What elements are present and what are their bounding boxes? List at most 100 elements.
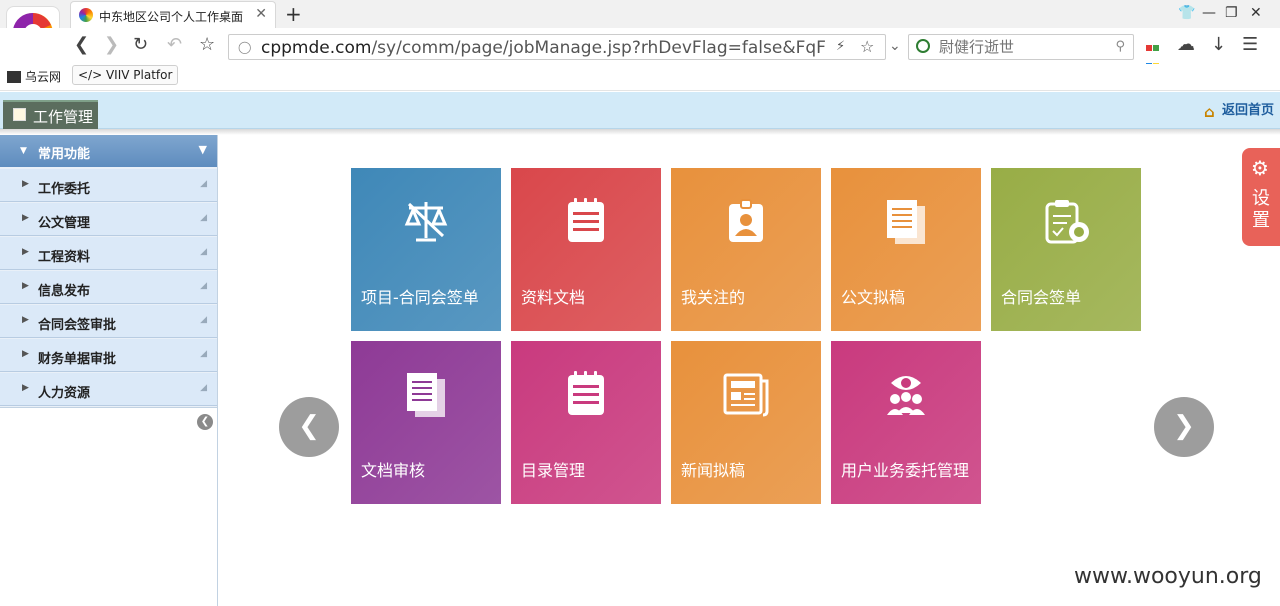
sidebar-item-label: 人力资源 bbox=[38, 386, 91, 401]
tile-project-contract[interactable]: 项目-合同会签单 bbox=[351, 168, 501, 331]
expand-icon: ▶ bbox=[22, 315, 29, 325]
sidebar-item-document-management[interactable]: ▶ 公文管理 ◢ bbox=[0, 203, 217, 236]
tile-label: 项目-合同会签单 bbox=[361, 288, 479, 307]
watermark: www.wooyun.org bbox=[1074, 564, 1262, 589]
address-url[interactable]: cppmde.com/sy/comm/page/jobManage.jsp?rh… bbox=[261, 38, 826, 58]
chevron-down-icon[interactable]: ⌄ bbox=[889, 38, 901, 54]
tile-label: 公文拟稿 bbox=[841, 288, 906, 307]
collapse-sidebar-button[interactable]: ❮ bbox=[197, 414, 213, 430]
corner-arrow-icon: ◢ bbox=[200, 383, 207, 393]
tile-contract-sign[interactable]: 合同会签单 bbox=[991, 168, 1141, 331]
scales-icon bbox=[404, 202, 448, 242]
search-box[interactable]: ⚲ bbox=[908, 34, 1134, 60]
carousel-prev-button[interactable]: ❮ bbox=[279, 397, 339, 457]
sidebar-item-info-publish[interactable]: ▶ 信息发布 ◢ bbox=[0, 271, 217, 304]
sidebar-item-label: 工程资料 bbox=[38, 250, 91, 265]
maximize-button[interactable]: ❐ bbox=[1225, 5, 1238, 21]
tile-document-review[interactable]: 文档审核 bbox=[351, 341, 501, 504]
sidebar-item-finance-approval[interactable]: ▶ 财务单据审批 ◢ bbox=[0, 339, 217, 372]
settings-button[interactable]: ⚙ 设置 bbox=[1242, 148, 1280, 246]
tile-user-delegation[interactable]: 用户业务委托管理 bbox=[831, 341, 981, 504]
expand-icon: ▶ bbox=[22, 213, 29, 223]
sidebar-item-label: 财务单据审批 bbox=[38, 352, 117, 367]
corner-arrow-icon: ◢ bbox=[200, 213, 207, 223]
expand-icon: ▶ bbox=[22, 349, 29, 359]
shirt-icon[interactable]: 👕 bbox=[1178, 5, 1195, 21]
download-icon[interactable]: ↓ bbox=[1211, 36, 1226, 54]
browser-tab-bar: 中东地区公司个人工作桌面 ✕ + 👕 — ❐ ✕ bbox=[0, 0, 1280, 28]
lightning-icon[interactable]: ⚡ bbox=[836, 39, 845, 54]
expand-icon: ▶ bbox=[22, 383, 29, 393]
tab-close-icon[interactable]: ✕ bbox=[255, 6, 267, 22]
sidebar: ▼ 常用功能 ▼ ▶ 工作委托 ◢ ▶ 公文管理 ◢ ▶ 工程资料 ◢ ▶ 信息发布 ◢ ▶ 合同… bbox=[0, 135, 218, 606]
corner-arrow-icon: ◢ bbox=[200, 349, 207, 359]
tile-label: 合同会签单 bbox=[1001, 288, 1082, 307]
notepad-icon bbox=[568, 198, 604, 242]
tile-label: 目录管理 bbox=[521, 461, 586, 480]
sidebar-item-work-delegation[interactable]: ▶ 工作委托 ◢ bbox=[0, 169, 217, 202]
tile-label: 资料文档 bbox=[521, 288, 586, 307]
sidebar-item-label: 合同会签审批 bbox=[38, 318, 117, 333]
tile-label: 新闻拟稿 bbox=[681, 461, 746, 480]
tab-label: 工作管理 bbox=[33, 108, 94, 126]
corner-arrow-icon: ◢ bbox=[200, 247, 207, 257]
sidebar-item-label: 信息发布 bbox=[38, 284, 91, 299]
return-home-link[interactable]: ⌂ 返回首页 bbox=[1203, 99, 1274, 121]
forward-button[interactable]: ❯ bbox=[104, 36, 119, 54]
corner-arrow-icon: ◢ bbox=[200, 281, 207, 291]
notepad-icon bbox=[568, 371, 604, 415]
wooyun-icon bbox=[7, 71, 21, 83]
undo-close-button[interactable]: ↶ bbox=[167, 36, 182, 54]
sidebar-item-engineering-data[interactable]: ▶ 工程资料 ◢ bbox=[0, 237, 217, 270]
collapse-triangle-icon: ▼ bbox=[20, 146, 27, 156]
tile-my-follows[interactable]: 我关注的 bbox=[671, 168, 821, 331]
badge-icon bbox=[729, 199, 763, 242]
documents-icon bbox=[407, 373, 445, 417]
sidebar-item-label: 公文管理 bbox=[38, 216, 91, 231]
tab-favicon-icon bbox=[79, 8, 93, 22]
browser-tab[interactable]: 中东地区公司个人工作桌面 ✕ bbox=[70, 1, 276, 28]
tile-label: 我关注的 bbox=[681, 288, 746, 307]
sidebar-header[interactable]: ▼ 常用功能 ▼ bbox=[0, 135, 217, 167]
bookmark-viiv[interactable]: </> VIIV Platfor bbox=[72, 65, 179, 85]
home-icon: ⌂ bbox=[1203, 103, 1215, 121]
app-header: 工作管理 ⌂ 返回首页 bbox=[0, 92, 1280, 129]
tile-label: 文档审核 bbox=[361, 461, 426, 480]
expand-icon: ▶ bbox=[22, 247, 29, 257]
close-window-button[interactable]: ✕ bbox=[1250, 5, 1262, 21]
search-icon[interactable]: ⚲ bbox=[1115, 39, 1125, 54]
newspaper-icon bbox=[723, 373, 769, 417]
dropdown-arrow-icon[interactable]: ▼ bbox=[199, 143, 207, 156]
users-icon bbox=[887, 376, 925, 415]
bookmarks-bar: 乌云网 </> VIIV Platfor bbox=[0, 64, 1280, 91]
reload-button[interactable]: ↻ bbox=[133, 36, 148, 54]
tile-document-draft[interactable]: 公文拟稿 bbox=[831, 168, 981, 331]
favorite-star-icon[interactable]: ☆ bbox=[860, 37, 874, 56]
tile-catalog-management[interactable]: 目录管理 bbox=[511, 341, 661, 504]
tile-label: 用户业务委托管理 bbox=[841, 461, 970, 480]
sidebar-item-contract-approval[interactable]: ▶ 合同会签审批 ◢ bbox=[0, 305, 217, 338]
sidebar-item-label: 工作委托 bbox=[38, 182, 91, 197]
minimize-button[interactable]: — bbox=[1202, 5, 1216, 21]
bookmark-star-button[interactable]: ☆ bbox=[199, 36, 215, 54]
sidebar-blank-area bbox=[0, 407, 217, 606]
shield-icon: ◯ bbox=[238, 40, 252, 54]
expand-icon: ▶ bbox=[22, 179, 29, 189]
menu-icon[interactable]: ☰ bbox=[1242, 36, 1258, 54]
tab-title: 中东地区公司个人工作桌面 bbox=[99, 10, 244, 24]
tile-data-documents[interactable]: 资料文档 bbox=[511, 168, 661, 331]
cloud-icon[interactable]: ☁ bbox=[1177, 36, 1195, 54]
search-input[interactable] bbox=[939, 38, 1109, 56]
tile-news-draft[interactable]: 新闻拟稿 bbox=[671, 341, 821, 504]
new-tab-button[interactable]: + bbox=[285, 2, 302, 26]
bookmark-wooyun[interactable]: 乌云网 bbox=[7, 68, 61, 85]
corner-arrow-icon: ◢ bbox=[200, 315, 207, 325]
settings-label: 设置 bbox=[1252, 188, 1270, 231]
address-bar[interactable]: ◯ cppmde.com/sy/comm/page/jobManage.jsp?… bbox=[228, 34, 901, 60]
documents-icon bbox=[887, 200, 925, 244]
browser-nav-bar: ❮ ❯ ↻ ↶ ☆ ◯ cppmde.com/sy/comm/page/jobM… bbox=[0, 28, 1280, 69]
tab-work-management[interactable]: 工作管理 bbox=[3, 100, 98, 129]
carousel-next-button[interactable]: ❯ bbox=[1154, 397, 1214, 457]
back-button[interactable]: ❮ bbox=[74, 36, 89, 54]
sidebar-item-human-resources[interactable]: ▶ 人力资源 ◢ bbox=[0, 373, 217, 406]
